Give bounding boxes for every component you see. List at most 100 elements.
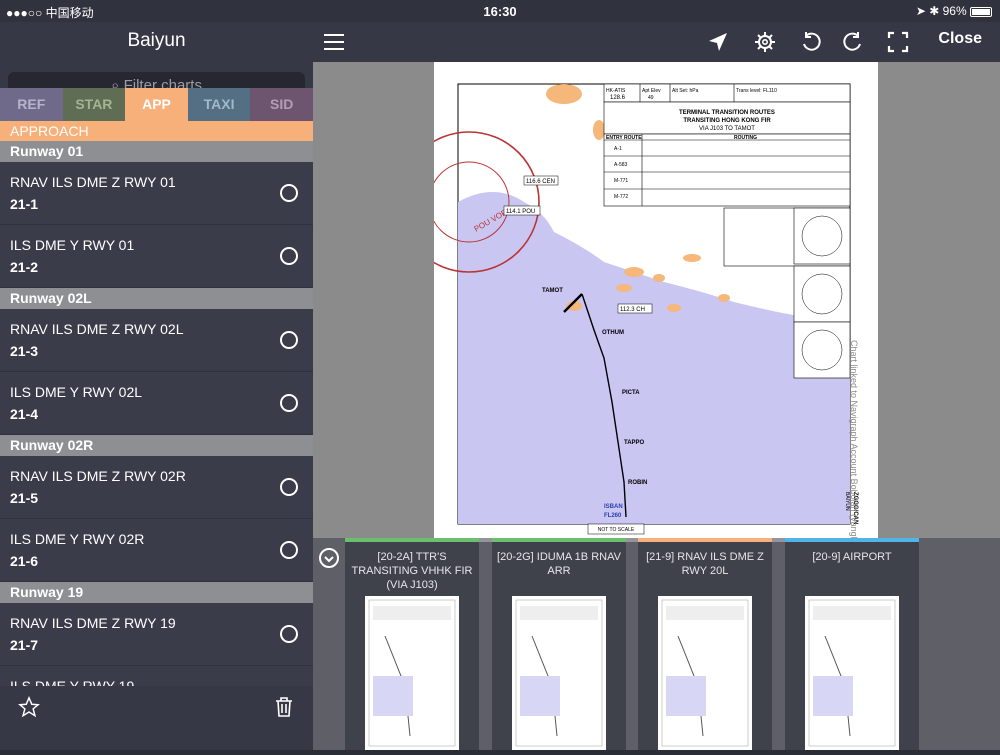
- select-radio-icon[interactable]: [280, 541, 298, 559]
- star-icon[interactable]: [18, 696, 40, 718]
- select-radio-icon[interactable]: [280, 247, 298, 265]
- chart-list-item[interactable]: ILS DME Y RWY 01 21-2: [0, 225, 313, 288]
- chart-name: RNAV ILS DME Z RWY 02L: [10, 321, 184, 337]
- menu-icon[interactable]: [322, 30, 346, 54]
- chart-drawing: POU VOR TAMOT OTHUM PICTA TAPPO ROBIN IS…: [434, 83, 858, 535]
- entry-row-a1: A-1: [614, 146, 622, 152]
- routing-col-header: ROUTING: [734, 135, 757, 141]
- chart-list[interactable]: Runway 01 RNAV ILS DME Z RWY 01 21-1 ILS DM…: [0, 141, 313, 686]
- recent-chart-card[interactable]: [20-2A] TTR'S TRANSITING VHHK FIR (VIA J…: [345, 538, 479, 750]
- chart-list-item[interactable]: RNAV ILS DME Z RWY 02R 21-5: [0, 456, 313, 519]
- chart-thumbnail: [658, 596, 752, 750]
- bluetooth-icon: ✱: [929, 4, 940, 18]
- hdr-trans: Trans level: FL110: [736, 88, 777, 94]
- chart-list-item[interactable]: ILS DME Y RWY 02L 21-4: [0, 372, 313, 435]
- gear-icon[interactable]: [753, 30, 777, 54]
- chart-number: 21-1: [10, 196, 39, 212]
- trash-icon[interactable]: [274, 696, 294, 718]
- tab-ref[interactable]: REF: [0, 88, 63, 121]
- recent-chart-card[interactable]: [20-9] AIRPORT: [785, 538, 919, 750]
- card-title: [20-2G] IDUMA 1B RNAV ARR: [497, 551, 621, 577]
- chart-name: ILS DME Y RWY 01: [10, 237, 135, 253]
- location-arrow-icon[interactable]: [706, 30, 730, 54]
- chart-number: 21-4: [10, 406, 39, 422]
- chart-type-tabs: REF STAR APP TAXI SID: [0, 88, 313, 121]
- chart-list-item[interactable]: RNAV ILS DME Z RWY 01 21-1: [0, 162, 313, 225]
- chart-title-2: TRANSITING HONG KONG FIR: [683, 118, 771, 124]
- select-radio-icon[interactable]: [280, 394, 298, 412]
- hdr-atis: HK-ATIS: [606, 88, 626, 94]
- chart-list-item[interactable]: RNAV ILS DME Z RWY 02L 21-3: [0, 309, 313, 372]
- chart-list-item[interactable]: ILS DME Y RWY 02R 21-6: [0, 519, 313, 582]
- category-header: APPROACH: [0, 121, 313, 141]
- tab-taxi[interactable]: TAXI: [187, 88, 251, 121]
- chart-thumbnail: [512, 596, 606, 750]
- chart-page: POU VOR TAMOT OTHUM PICTA TAPPO ROBIN IS…: [434, 62, 878, 542]
- chart-number: 21-5: [10, 490, 39, 506]
- runway-header: Runway 01: [0, 141, 313, 162]
- waypoint-robin: ROBIN: [628, 480, 647, 486]
- chart-name: RNAV ILS DME Z RWY 01: [10, 174, 176, 190]
- entry-row-m771: M-771: [614, 178, 628, 184]
- chart-name: RNAV ILS DME Z RWY 19: [10, 615, 176, 631]
- recent-charts-tray: [20-2A] TTR'S TRANSITING VHHK FIR (VIA J…: [313, 538, 1000, 750]
- hdr-altset: Alt Set: hPa: [672, 88, 699, 94]
- waypoint-tappo: TAPPO: [624, 440, 645, 446]
- rotate-right-icon[interactable]: [841, 30, 865, 54]
- chart-list-item[interactable]: ILS DME Y RWY 19: [0, 666, 313, 686]
- battery-icon: [970, 6, 992, 17]
- freq-box-ch: 112.3 CH: [620, 307, 645, 313]
- select-radio-icon[interactable]: [280, 625, 298, 643]
- hdr-elev: Apt Elev: [642, 88, 661, 94]
- location-arrow-icon: ➤: [915, 4, 926, 18]
- sidebar-bottom-bar: [0, 686, 313, 728]
- chart-list-item[interactable]: RNAV ILS DME Z RWY 19 21-7: [0, 603, 313, 666]
- close-button[interactable]: Close: [938, 30, 982, 48]
- hdr-atis-freq: 128.6: [610, 95, 626, 101]
- chart-number: 21-3: [10, 343, 39, 359]
- clock: 16:30: [483, 4, 517, 19]
- freq-box-cen: 116.6 CEN: [526, 179, 555, 185]
- runway-header: Runway 02R: [0, 435, 313, 456]
- battery-label: ➤ ✱ 96%: [916, 4, 992, 18]
- waypoint-othum: OTHUM: [602, 330, 624, 336]
- chart-number: 21-7: [10, 637, 39, 653]
- fullscreen-icon[interactable]: [886, 30, 910, 54]
- chevron-down-icon: [324, 556, 334, 563]
- chart-number: 21-2: [10, 259, 39, 275]
- card-title: [20-2A] TTR'S TRANSITING VHHK FIR (VIA J…: [351, 551, 473, 591]
- viewer-toolbar: Close: [313, 22, 1000, 62]
- entry-col-header: ENTRY ROUTE: [606, 135, 642, 141]
- chart-name: ILS DME Y RWY 02L: [10, 384, 143, 400]
- recent-chart-card[interactable]: [21-9] RNAV ILS DME Z RWY 20L: [638, 538, 772, 750]
- chart-thumbnail: [365, 596, 459, 750]
- waypoint-picta: PICTA: [622, 390, 640, 396]
- select-radio-icon[interactable]: [280, 331, 298, 349]
- rotate-left-icon[interactable]: [799, 30, 823, 54]
- entry-row-a583: A-583: [614, 162, 628, 168]
- freq-box-pou: 114.1 POU: [506, 209, 535, 215]
- waypoint-tamot: TAMOT: [542, 288, 563, 294]
- tab-star[interactable]: STAR: [62, 88, 126, 121]
- runway-header: Runway 02L: [0, 288, 313, 309]
- chart-name: ILS DME Y RWY 02R: [10, 531, 145, 547]
- not-to-scale-note: NOT TO SCALE: [598, 527, 635, 533]
- recent-chart-card[interactable]: [20-2G] IDUMA 1B RNAV ARR: [492, 538, 626, 750]
- tab-app[interactable]: APP: [125, 88, 188, 121]
- chart-title-1: TERMINAL TRANSITION ROUTES: [679, 110, 775, 116]
- chart-name: RNAV ILS DME Z RWY 02R: [10, 468, 186, 484]
- runway-header: Runway 19: [0, 582, 313, 603]
- select-radio-icon[interactable]: [280, 478, 298, 496]
- chart-title-3: VIA J103 TO TAMOT: [699, 126, 755, 132]
- tab-sid[interactable]: SID: [250, 88, 313, 121]
- select-radio-icon[interactable]: [280, 184, 298, 202]
- card-title: [21-9] RNAV ILS DME Z RWY 20L: [646, 551, 764, 577]
- chart-number: 21-6: [10, 553, 39, 569]
- card-title: [20-9] AIRPORT: [812, 551, 892, 563]
- waypoint-isban: ISBAN: [604, 504, 623, 510]
- hdr-elev-val: 49: [648, 95, 654, 101]
- collapse-tray-button[interactable]: [319, 548, 339, 568]
- chart-thumbnail: [805, 596, 899, 750]
- airport-title: Baiyun: [127, 30, 186, 51]
- entry-row-m772: M-772: [614, 194, 628, 200]
